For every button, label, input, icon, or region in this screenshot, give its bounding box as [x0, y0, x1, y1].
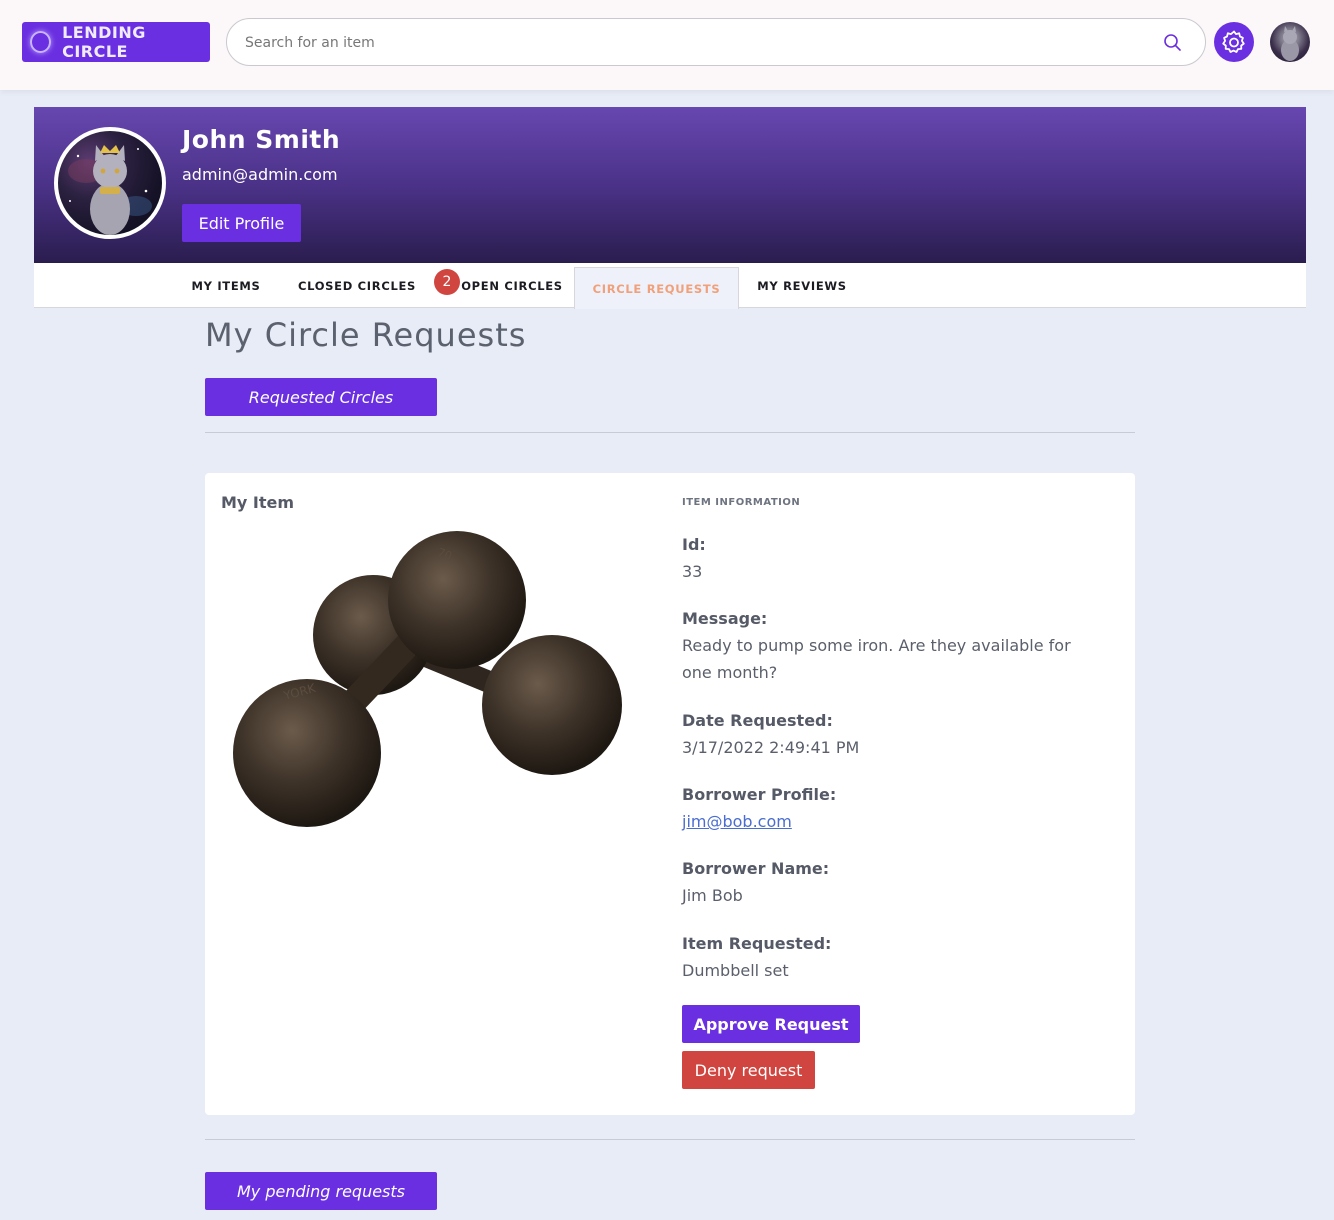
- approve-request-button[interactable]: Approve Request: [682, 1005, 860, 1043]
- borrower-profile-value: jim@bob.com: [682, 808, 1102, 835]
- settings-button[interactable]: [1214, 22, 1254, 62]
- id-label: Id:: [682, 535, 706, 554]
- profile-avatar[interactable]: [54, 127, 166, 239]
- requested-circles-button[interactable]: Requested Circles: [205, 378, 437, 416]
- id-value: 33: [682, 562, 703, 581]
- tab-open-circles[interactable]: OPEN CIRCLES: [460, 263, 564, 308]
- page-title: My Circle Requests: [205, 316, 527, 354]
- request-card: My Item YORK 70 ITEM INFORMATION Id: 33 …: [205, 473, 1135, 1115]
- profile-header: John Smith admin@admin.com Edit Profile: [34, 107, 1306, 263]
- open-circles-count-badge: 2: [434, 269, 460, 295]
- user-avatar[interactable]: [1270, 22, 1310, 62]
- item-information-heading: ITEM INFORMATION: [682, 497, 801, 508]
- section-divider: [205, 1139, 1135, 1140]
- dumbbell-image: YORK 70: [233, 531, 622, 827]
- top-navbar: LENDING CIRCLE: [0, 0, 1334, 90]
- cat-avatar-image: [68, 145, 152, 235]
- search-input[interactable]: [245, 32, 1125, 54]
- tab-my-reviews[interactable]: MY REVIEWS: [750, 263, 854, 308]
- profile-name: John Smith: [182, 125, 341, 154]
- deny-request-button[interactable]: Deny request: [682, 1051, 815, 1089]
- item-requested-label: Item Requested:: [682, 934, 832, 953]
- borrower-profile-label: Borrower Profile:: [682, 785, 837, 804]
- date-requested-label: Date Requested:: [682, 711, 833, 730]
- tab-my-items[interactable]: MY ITEMS: [184, 263, 268, 308]
- profile-email: admin@admin.com: [182, 165, 338, 184]
- my-pending-requests-button[interactable]: My pending requests: [205, 1172, 437, 1210]
- section-divider: [205, 432, 1135, 433]
- search-bar: [226, 18, 1206, 66]
- message-value: Ready to pump some iron. Are they availa…: [682, 636, 1071, 682]
- logo-ring-icon: [30, 31, 52, 53]
- cat-avatar-image: [1281, 26, 1299, 61]
- search-icon[interactable]: [1163, 33, 1183, 53]
- logo-text: LENDING CIRCLE: [62, 23, 146, 61]
- profile-tabs: MY ITEMS CLOSED CIRCLES 2 OPEN CIRCLES C…: [34, 263, 1306, 309]
- tab-closed-circles[interactable]: CLOSED CIRCLES: [290, 263, 424, 308]
- borrower-name-value: Jim Bob: [682, 886, 743, 905]
- app-logo[interactable]: LENDING CIRCLE: [22, 22, 210, 62]
- item-requested-value: Dumbbell set: [682, 961, 789, 980]
- tab-circle-requests[interactable]: CIRCLE REQUESTS: [574, 267, 739, 309]
- gear-icon: [1222, 30, 1245, 53]
- date-requested-value: 3/17/2022 2:49:41 PM: [682, 738, 860, 757]
- message-label: Message:: [682, 609, 768, 628]
- card-title: My Item: [221, 493, 295, 512]
- borrower-name-label: Borrower Name:: [682, 859, 830, 878]
- borrower-profile-link[interactable]: jim@bob.com: [682, 812, 792, 831]
- edit-profile-button[interactable]: Edit Profile: [182, 204, 301, 242]
